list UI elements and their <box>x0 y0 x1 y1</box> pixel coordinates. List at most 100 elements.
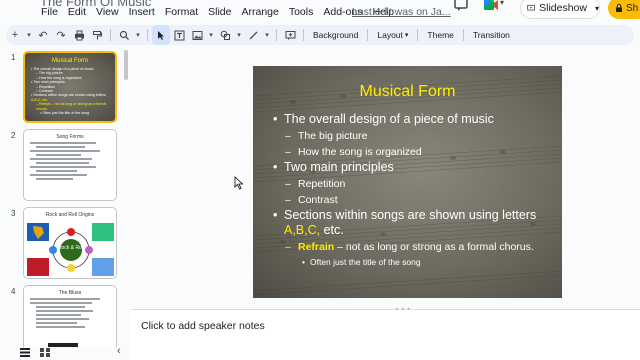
slide-thumbnail-3[interactable]: Rock and Roll Origins Rock & Roll <box>23 207 117 279</box>
slideshow-dropdown-icon[interactable]: ▾ <box>595 4 599 13</box>
filmstrip-scrollbar[interactable] <box>124 50 128 80</box>
comment-icon[interactable] <box>452 0 470 14</box>
menu-insert[interactable]: Insert <box>124 6 160 18</box>
app-header: The Form Of Music File Edit View Insert … <box>0 0 640 25</box>
thumbnail-line: • Often just the title of the song <box>40 111 90 116</box>
current-slide[interactable]: Musical Form The overall design of a pie… <box>253 66 562 298</box>
slide-body-text[interactable]: The overall design of a piece of music T… <box>273 112 558 268</box>
menu-slide[interactable]: Slide <box>203 6 236 18</box>
toolbar-divider <box>276 29 277 41</box>
refrain-description: – not as long or strong as a formal chor… <box>334 241 534 253</box>
image-dropdown-icon[interactable]: ▾ <box>206 25 216 45</box>
thumbnail-line <box>30 166 96 168</box>
background-button[interactable]: Background <box>308 25 363 45</box>
thumbnail-title: Musical Form <box>51 58 88 64</box>
thumbnail-title: The Blues <box>58 290 82 296</box>
slide-title[interactable]: Musical Form <box>253 83 562 101</box>
bullet-title-of-song: Often just the title of the song <box>273 256 558 268</box>
print-icon[interactable] <box>70 25 88 45</box>
rock-roll-label: Rock & Roll <box>58 245 84 251</box>
layout-button[interactable]: Layout ▾ <box>372 25 413 45</box>
menu-bar: File Edit View Insert Format Slide Arran… <box>36 6 399 18</box>
theme-button[interactable]: Theme <box>422 25 458 45</box>
menu-view[interactable]: View <box>91 6 124 18</box>
menu-file[interactable]: File <box>36 6 63 18</box>
undo-icon[interactable]: ↶ <box>34 25 52 45</box>
add-comment-icon[interactable] <box>281 25 299 45</box>
slideshow-icon <box>527 4 535 11</box>
menu-format[interactable]: Format <box>160 6 203 18</box>
list-view-icon[interactable] <box>20 348 30 357</box>
bullet-repetition: Repetition <box>273 177 558 193</box>
meet-dropdown-icon[interactable]: ▾ <box>500 0 504 7</box>
new-slide-dropdown-icon[interactable]: ▾ <box>24 25 34 45</box>
collapse-filmstrip-icon[interactable]: ‹ <box>117 345 121 357</box>
thumbnail-line <box>36 170 77 172</box>
zoom-icon[interactable] <box>115 25 133 45</box>
bullet-two-principles: Two main principles <box>273 160 558 175</box>
thumbnail-title: Rock and Roll Origins <box>45 212 95 218</box>
thumbnail-line <box>36 154 82 156</box>
thumbnail-line <box>30 298 100 300</box>
toolbar-divider <box>147 29 148 41</box>
thumbnail-line <box>36 146 86 148</box>
menu-tools[interactable]: Tools <box>284 6 319 18</box>
thumbnail-line <box>36 162 90 164</box>
layout-dropdown-icon: ▾ <box>404 32 409 39</box>
thumbnail-line <box>30 150 100 152</box>
slideshow-label: Slideshow <box>539 2 587 14</box>
slide-number: 3 <box>11 209 16 218</box>
sections-letters: A,B,C, <box>284 223 321 237</box>
share-button[interactable]: Sh <box>608 0 640 19</box>
bullet-sections: Sections within songs are shown using le… <box>273 208 558 238</box>
select-tool-icon[interactable] <box>152 25 170 45</box>
thumbnail-line <box>30 142 96 144</box>
rock-roll-diagram: Rock & Roll <box>27 223 114 276</box>
slideshow-button[interactable]: Slideshow ▾ <box>520 0 600 19</box>
toolbar: + ▾ ↶ ↷ ▾ ▾ ▾ ▾ Background Layout ▾ Them… <box>6 25 634 45</box>
mouse-cursor-icon <box>234 176 244 190</box>
thumbnail-line: – Refrain – not as long or strong as a f… <box>36 102 107 111</box>
text-box-icon[interactable] <box>170 25 188 45</box>
thumbnail-text <box>30 142 112 182</box>
menu-edit[interactable]: Edit <box>63 6 91 18</box>
bullet-overall-design: The overall design of a piece of music <box>273 112 558 127</box>
paint-format-icon[interactable] <box>88 25 106 45</box>
menu-arrange[interactable]: Arrange <box>236 6 283 18</box>
thumbnail-line <box>36 318 90 320</box>
image-icon[interactable] <box>188 25 206 45</box>
thumbnail-line <box>36 306 86 308</box>
thumbnail-line <box>30 174 88 176</box>
redo-icon[interactable]: ↷ <box>52 25 70 45</box>
last-edit-link[interactable]: Last edit was on Ja... <box>352 6 451 18</box>
usa-map-image <box>92 258 114 276</box>
toolbar-divider <box>110 29 111 41</box>
bullet-contrast: Contrast <box>273 193 558 209</box>
bullet-big-picture: The big picture <box>273 129 558 145</box>
shape-icon[interactable] <box>216 25 234 45</box>
line-icon[interactable] <box>244 25 262 45</box>
speaker-notes-panel[interactable]: Click to add speaker notes <box>131 310 640 360</box>
toolbar-divider <box>417 29 419 41</box>
thumbnail-line <box>36 326 86 328</box>
slide-number: 4 <box>11 287 16 296</box>
sections-etc: etc. <box>320 223 344 237</box>
new-slide-icon[interactable]: + <box>6 25 24 45</box>
slide-number: 1 <box>11 53 16 62</box>
filmstrip-footer: ‹ <box>0 345 130 360</box>
thumbnail-title: Song Forms <box>56 134 84 140</box>
thumbnail-text <box>30 298 112 330</box>
slide-thumbnail-1[interactable]: Musical Form • The overall design of a p… <box>23 51 117 123</box>
speaker-notes-placeholder[interactable]: Click to add speaker notes <box>141 320 265 332</box>
transition-button[interactable]: Transition <box>468 25 515 45</box>
bullet-song-organized: How the song is organized <box>273 145 558 161</box>
slide-thumbnail-2[interactable]: Song Forms <box>23 129 117 201</box>
shape-dropdown-icon[interactable]: ▾ <box>234 25 244 45</box>
slide-thumbnail-4[interactable]: The Blues <box>23 285 117 347</box>
zoom-dropdown-icon[interactable]: ▾ <box>133 25 143 45</box>
meet-icon[interactable] <box>482 0 500 14</box>
toolbar-divider <box>367 29 369 41</box>
grid-view-icon[interactable] <box>40 348 50 357</box>
thumbnail-line <box>36 178 73 180</box>
line-dropdown-icon[interactable]: ▾ <box>262 25 272 45</box>
